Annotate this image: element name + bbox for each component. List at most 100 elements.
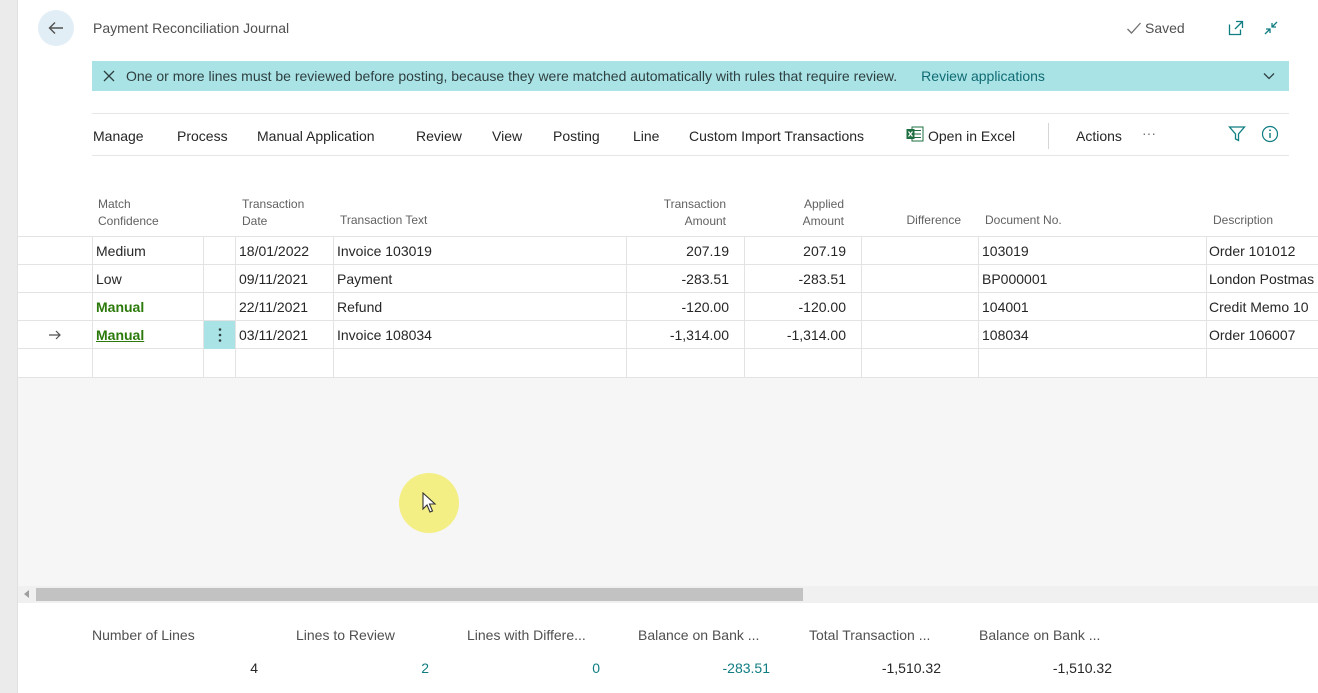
balance-on-bank-value[interactable]: -283.51 xyxy=(670,660,770,676)
document-no-cell[interactable]: 108034 xyxy=(982,327,1029,343)
action-posting[interactable]: Posting xyxy=(553,128,600,144)
chevron-down-icon xyxy=(1263,73,1275,80)
match-confidence-cell[interactable]: Low xyxy=(96,271,122,287)
applied-amount-cell[interactable]: -1,314.00 xyxy=(746,327,846,343)
left-page-strip xyxy=(0,0,18,693)
match-confidence-cell[interactable]: Medium xyxy=(96,243,146,259)
transaction-date-cell[interactable]: 18/01/2022 xyxy=(239,243,309,259)
saved-label: Saved xyxy=(1145,20,1185,36)
applied-amount-cell[interactable]: -283.51 xyxy=(746,271,846,287)
transaction-text-cell[interactable]: Invoice 103019 xyxy=(337,243,432,259)
col-header-difference[interactable]: Difference xyxy=(861,212,961,229)
document-no-cell[interactable]: 103019 xyxy=(982,243,1029,259)
total-transaction-value: -1,510.32 xyxy=(881,660,941,676)
document-no-cell[interactable]: 104001 xyxy=(982,299,1029,315)
more-options-button[interactable]: ··· xyxy=(1142,125,1156,141)
transaction-amount-cell[interactable]: -120.00 xyxy=(629,299,729,315)
filter-button[interactable] xyxy=(1228,125,1246,143)
applied-amount-cell[interactable]: -120.00 xyxy=(746,299,846,315)
collapse-arrows-icon xyxy=(1264,21,1278,35)
checkmark-icon xyxy=(1127,22,1141,34)
review-notification-banner: One or more lines must be reviewed befor… xyxy=(92,61,1289,91)
action-custom-import-transactions[interactable]: Custom Import Transactions xyxy=(689,128,864,144)
current-row-arrow-icon xyxy=(48,330,62,340)
number-of-lines-label: Number of Lines xyxy=(92,627,195,643)
balance-on-bank-value: -1,510.32 xyxy=(1052,660,1112,676)
column-divider xyxy=(626,237,627,378)
col-header-applied-amount[interactable]: Applied Amount xyxy=(744,196,844,230)
horizontal-scrollbar[interactable] xyxy=(18,586,1318,603)
transaction-text-cell[interactable]: Refund xyxy=(337,299,382,315)
header-divider xyxy=(18,236,1318,237)
transaction-text-cell[interactable]: Payment xyxy=(337,271,392,287)
action-manual-application[interactable]: Manual Application xyxy=(257,128,375,144)
column-divider xyxy=(861,237,862,378)
vertical-ellipsis-icon xyxy=(218,328,221,342)
action-manage[interactable]: Manage xyxy=(93,128,144,144)
document-no-cell[interactable]: BP000001 xyxy=(982,271,1047,287)
col-header-match-confidence[interactable]: Match Confidence xyxy=(98,196,159,230)
action-view[interactable]: View xyxy=(492,128,522,144)
open-in-new-window-icon xyxy=(1228,20,1244,36)
transaction-date-cell[interactable]: 09/11/2021 xyxy=(239,271,308,287)
scroll-left-arrow-icon[interactable] xyxy=(24,590,30,598)
mouse-cursor-highlight xyxy=(399,473,459,533)
col-header-transaction-amount[interactable]: Transaction Amount xyxy=(626,196,726,230)
action-process[interactable]: Process xyxy=(177,128,228,144)
totals-footer: Number of Lines 4 Lines to Review 2 Line… xyxy=(18,603,1318,693)
action-review[interactable]: Review xyxy=(416,128,462,144)
balance-on-bank-label: Balance on Bank ... xyxy=(638,627,760,643)
lines-with-difference-value[interactable]: 0 xyxy=(500,660,600,676)
lines-with-difference-label: Lines with Differe... xyxy=(467,627,586,643)
arrow-left-icon xyxy=(48,22,63,34)
row-divider xyxy=(18,264,1318,265)
col-header-document-no[interactable]: Document No. xyxy=(985,212,1062,229)
applied-amount-cell[interactable]: 207.19 xyxy=(746,243,846,259)
column-divider xyxy=(333,237,334,378)
action-separator xyxy=(1048,123,1049,149)
description-cell[interactable]: Order 106007 xyxy=(1209,327,1295,343)
banner-message: One or more lines must be reviewed befor… xyxy=(126,68,898,84)
scrollbar-thumb[interactable] xyxy=(36,588,803,601)
mouse-pointer-icon xyxy=(422,492,437,513)
balance-on-bank-label: Balance on Bank ... xyxy=(979,627,1101,643)
column-divider xyxy=(203,237,204,378)
column-divider xyxy=(744,237,745,378)
transaction-text-cell[interactable]: Invoice 108034 xyxy=(337,327,432,343)
description-cell[interactable]: London Postmas xyxy=(1209,271,1314,287)
action-line[interactable]: Line xyxy=(633,128,659,144)
match-confidence-cell[interactable]: Manual xyxy=(96,299,144,315)
excel-icon xyxy=(906,126,924,142)
row-actions-button[interactable] xyxy=(204,321,235,349)
journal-page: Payment Reconciliation Journal Saved One… xyxy=(18,0,1318,693)
grid-empty-area xyxy=(18,378,1318,586)
lines-to-review-value[interactable]: 2 xyxy=(329,660,429,676)
dismiss-banner-button[interactable] xyxy=(92,70,126,82)
transaction-amount-cell[interactable]: -1,314.00 xyxy=(629,327,729,343)
info-button[interactable] xyxy=(1261,125,1279,143)
expand-banner-button[interactable] xyxy=(1263,72,1275,80)
column-divider xyxy=(92,237,93,378)
col-header-description[interactable]: Description xyxy=(1213,212,1273,229)
collapse-button[interactable] xyxy=(1260,17,1282,39)
match-confidence-link[interactable]: Manual xyxy=(96,327,144,343)
back-button[interactable] xyxy=(38,10,74,46)
col-header-transaction-text[interactable]: Transaction Text xyxy=(340,212,427,229)
col-header-transaction-date[interactable]: Transaction Date xyxy=(242,196,304,230)
transaction-date-cell[interactable]: 03/11/2021 xyxy=(239,327,308,343)
action-actions[interactable]: Actions xyxy=(1076,128,1122,144)
filter-icon xyxy=(1228,126,1246,142)
description-cell[interactable]: Order 101012 xyxy=(1209,243,1295,259)
review-applications-link[interactable]: Review applications xyxy=(921,68,1045,84)
description-cell[interactable]: Credit Memo 10 xyxy=(1209,299,1309,315)
column-divider xyxy=(235,237,236,378)
transaction-amount-cell[interactable]: 207.19 xyxy=(629,243,729,259)
open-new-window-button[interactable] xyxy=(1225,17,1247,39)
journal-lines-grid: Match Confidence Transaction Date Transa… xyxy=(18,180,1318,380)
transaction-date-cell[interactable]: 22/11/2021 xyxy=(239,299,308,315)
column-divider xyxy=(1206,237,1207,378)
action-open-in-excel[interactable]: Open in Excel xyxy=(928,128,1015,144)
transaction-amount-cell[interactable]: -283.51 xyxy=(629,271,729,287)
row-divider xyxy=(18,292,1318,293)
total-transaction-label: Total Transaction ... xyxy=(809,627,931,643)
